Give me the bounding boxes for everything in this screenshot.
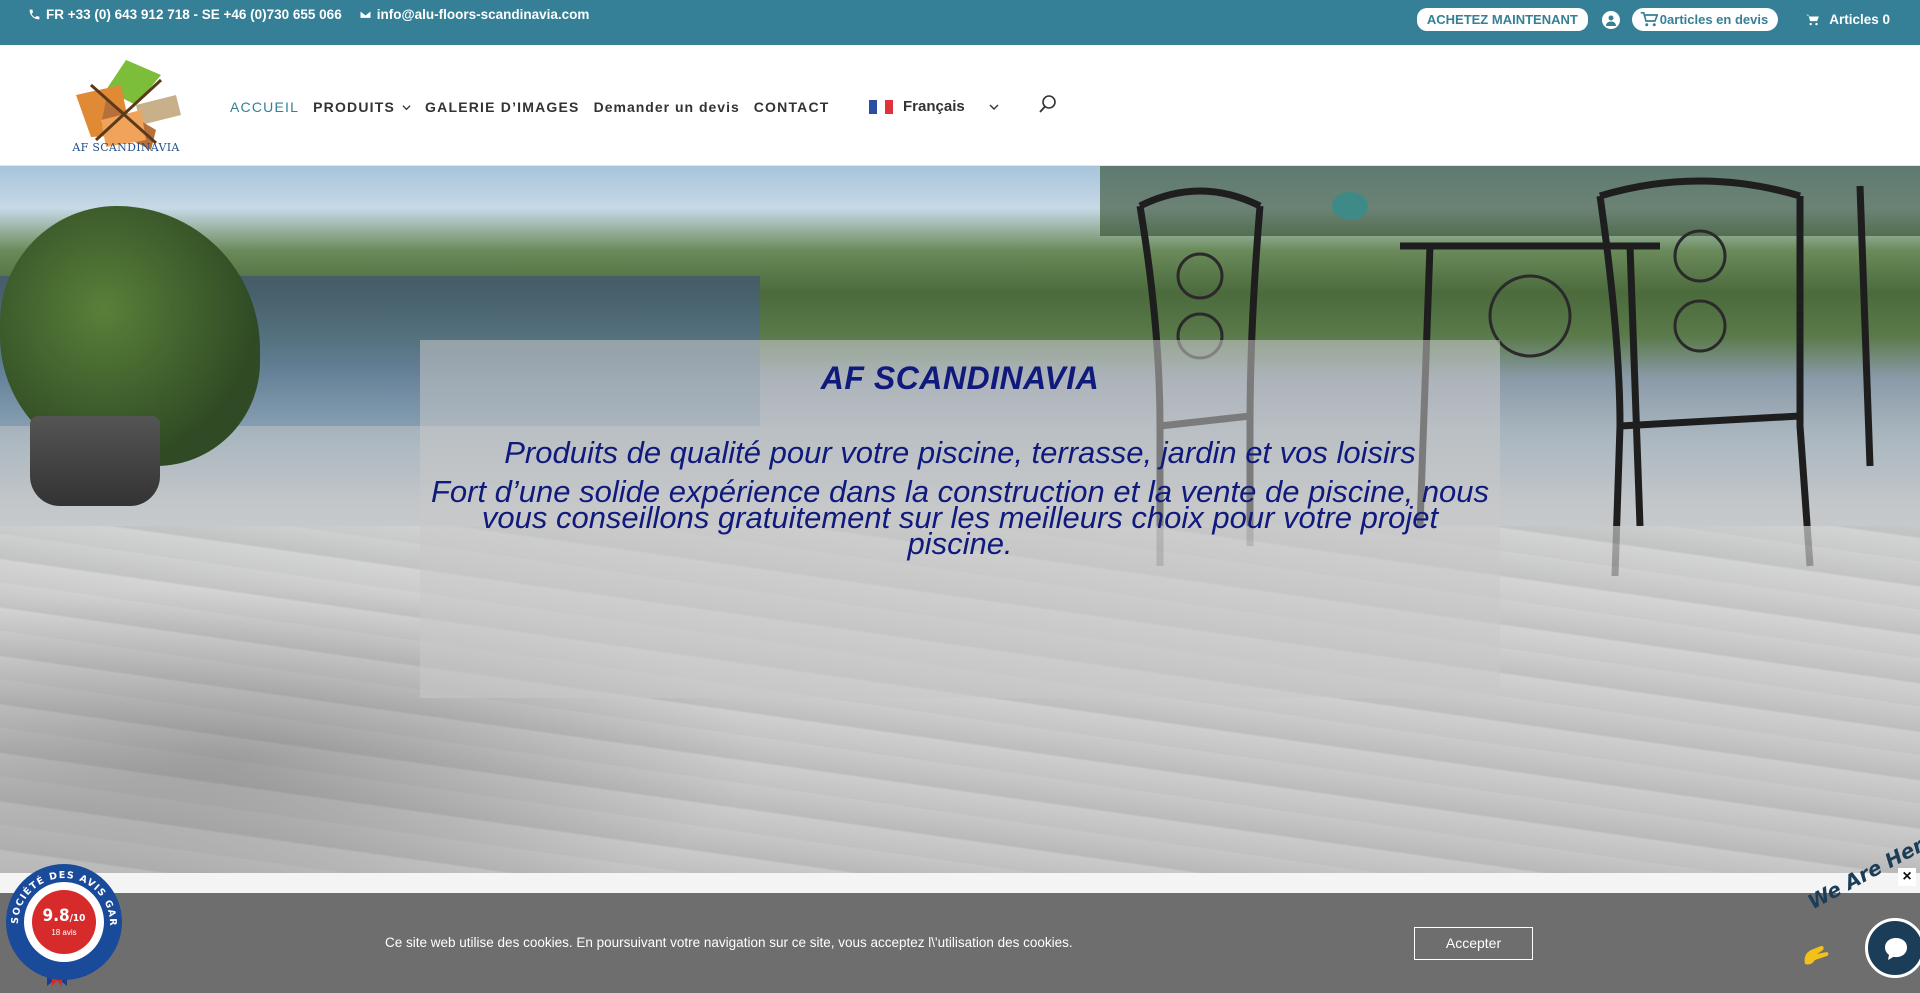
nav-item-label: GALERIE D’IMAGES bbox=[425, 99, 580, 115]
main-nav: ACCUEIL PRODUITS GALERIE D’IMAGES Demand… bbox=[230, 99, 844, 115]
articles-count: Articles 0 bbox=[1829, 12, 1890, 27]
cookie-banner: Ce site web utilise des cookies. En pour… bbox=[0, 893, 1920, 993]
shopping-cart-icon bbox=[1806, 14, 1820, 25]
french-flag-icon bbox=[869, 99, 893, 114]
language-selector[interactable]: Français bbox=[869, 98, 999, 115]
top-bar-actions: ACHETEZ MAINTENANT 0articles en devis Ar… bbox=[1416, 8, 1890, 31]
site-header: AF SCANDINAVIA ACCUEIL PRODUITS GALERIE … bbox=[0, 45, 1920, 166]
account-button[interactable] bbox=[1601, 10, 1620, 29]
buy-now-button[interactable]: ACHETEZ MAINTENANT bbox=[1416, 8, 1588, 31]
hero-subtitle: Produits de qualité pour votre piscine, … bbox=[504, 435, 1416, 470]
nav-item-label: Demander un devis bbox=[593, 99, 740, 115]
chevron-down-icon bbox=[402, 104, 411, 110]
email-text: info@alu-floors-scandinavia.com bbox=[376, 7, 590, 22]
score-value: 9.8 bbox=[42, 906, 70, 926]
cart-icon bbox=[1640, 12, 1658, 27]
quote-cart-label: 0articles en devis bbox=[1659, 12, 1769, 27]
chevron-down-icon bbox=[989, 104, 999, 110]
contact-info: FR +33 (0) 643 912 718 - SE +46 (0)730 6… bbox=[28, 7, 606, 22]
articles-cart-link[interactable]: Articles 0 bbox=[1806, 12, 1890, 27]
user-icon bbox=[1605, 15, 1616, 26]
background-thumbnail bbox=[1235, 901, 1435, 993]
score-max: /10 bbox=[69, 913, 86, 924]
hero-planter-image bbox=[30, 416, 160, 506]
background-thumbnail bbox=[150, 901, 350, 993]
nav-item-produits[interactable]: PRODUITS bbox=[313, 99, 411, 115]
logo-text: AF SCANDINAVIA bbox=[72, 141, 180, 154]
accept-cookies-button[interactable]: Accepter bbox=[1414, 927, 1533, 960]
hero-description: Fort d’une solide expérience dans la con… bbox=[430, 474, 1490, 561]
envelope-icon bbox=[359, 10, 372, 19]
nav-item-label: ACCUEIL bbox=[230, 99, 300, 115]
phone-icon bbox=[29, 9, 40, 20]
email-link[interactable]: info@alu-floors-scandinavia.com bbox=[359, 7, 590, 22]
site-logo[interactable]: AF SCANDINAVIA bbox=[66, 55, 186, 155]
hero-text-box: AF SCANDINAVIA Produits de qualité pour … bbox=[420, 340, 1500, 698]
language-label: Français bbox=[903, 98, 965, 115]
chat-bubble-icon bbox=[1885, 938, 1907, 960]
nav-item-contact[interactable]: CONTACT bbox=[754, 99, 830, 115]
waving-hand-icon bbox=[1804, 946, 1829, 965]
nav-item-galerie[interactable]: GALERIE D’IMAGES bbox=[425, 99, 580, 115]
nav-item-accueil[interactable]: ACCUEIL bbox=[230, 99, 299, 115]
phone-link[interactable]: FR +33 (0) 643 912 718 - SE +46 (0)730 6… bbox=[28, 7, 342, 22]
phone-text: FR +33 (0) 643 912 718 - SE +46 (0)730 6… bbox=[46, 7, 342, 22]
cookie-message: Ce site web utilise des cookies. En pour… bbox=[385, 935, 1073, 950]
search-icon[interactable] bbox=[1038, 94, 1058, 114]
hero-title: AF SCANDINAVIA bbox=[820, 360, 1100, 396]
nav-item-label: CONTACT bbox=[753, 99, 830, 115]
quote-cart-button[interactable]: 0articles en devis bbox=[1631, 8, 1779, 31]
open-chat-button[interactable] bbox=[1865, 918, 1920, 978]
nav-item-label: PRODUITS bbox=[313, 99, 396, 115]
chat-widget[interactable]: We Are Here! bbox=[1795, 822, 1920, 993]
hero-section: AF SCANDINAVIA Produits de qualité pour … bbox=[0, 166, 1920, 873]
badge-review-count: 18 avis bbox=[51, 928, 77, 937]
logo-mark-icon bbox=[76, 60, 181, 150]
reviews-badge[interactable]: SOCIÉTÉ DES AVIS GARANTIS 9.8/10 18 avis bbox=[0, 854, 126, 986]
badge-score: 9.8/10 bbox=[2, 906, 126, 926]
nav-item-devis[interactable]: Demander un devis bbox=[594, 99, 740, 115]
top-bar: FR +33 (0) 643 912 718 - SE +46 (0)730 6… bbox=[0, 0, 1920, 45]
